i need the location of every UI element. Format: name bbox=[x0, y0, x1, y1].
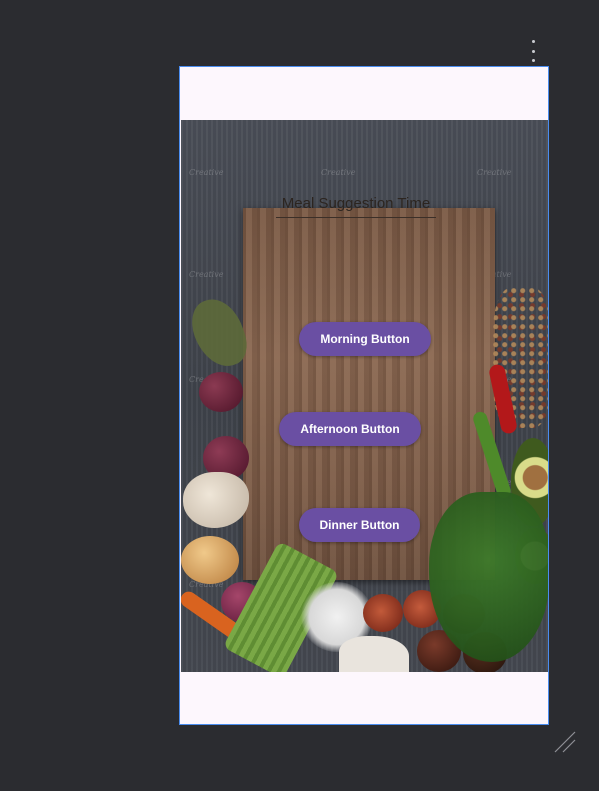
afternoon-button[interactable]: Afternoon Button bbox=[279, 412, 421, 446]
page-title: Meal Suggestion Time bbox=[281, 195, 431, 212]
beet bbox=[199, 372, 243, 412]
resize-handle-icon[interactable] bbox=[553, 730, 577, 754]
more-options-icon[interactable] bbox=[526, 40, 540, 62]
status-bar-area bbox=[180, 67, 548, 120]
parsley bbox=[429, 492, 548, 662]
tomato bbox=[363, 594, 403, 632]
meal-title: Meal Suggestion Time bbox=[276, 195, 436, 218]
title-underline bbox=[276, 217, 436, 218]
watermark-text: Creative bbox=[477, 168, 512, 177]
cloth bbox=[339, 636, 409, 672]
garlic bbox=[183, 472, 249, 528]
onion bbox=[181, 536, 239, 584]
navigation-bar-area bbox=[180, 672, 548, 724]
device-preview: Creative Creative Creative Creative Crea… bbox=[179, 66, 549, 725]
watermark-text: Creative bbox=[189, 168, 224, 177]
dinner-button[interactable]: Dinner Button bbox=[299, 508, 420, 542]
morning-button[interactable]: Morning Button bbox=[299, 322, 431, 356]
watermark-text: Creative bbox=[321, 168, 356, 177]
watermark-text: Creative bbox=[189, 270, 224, 279]
